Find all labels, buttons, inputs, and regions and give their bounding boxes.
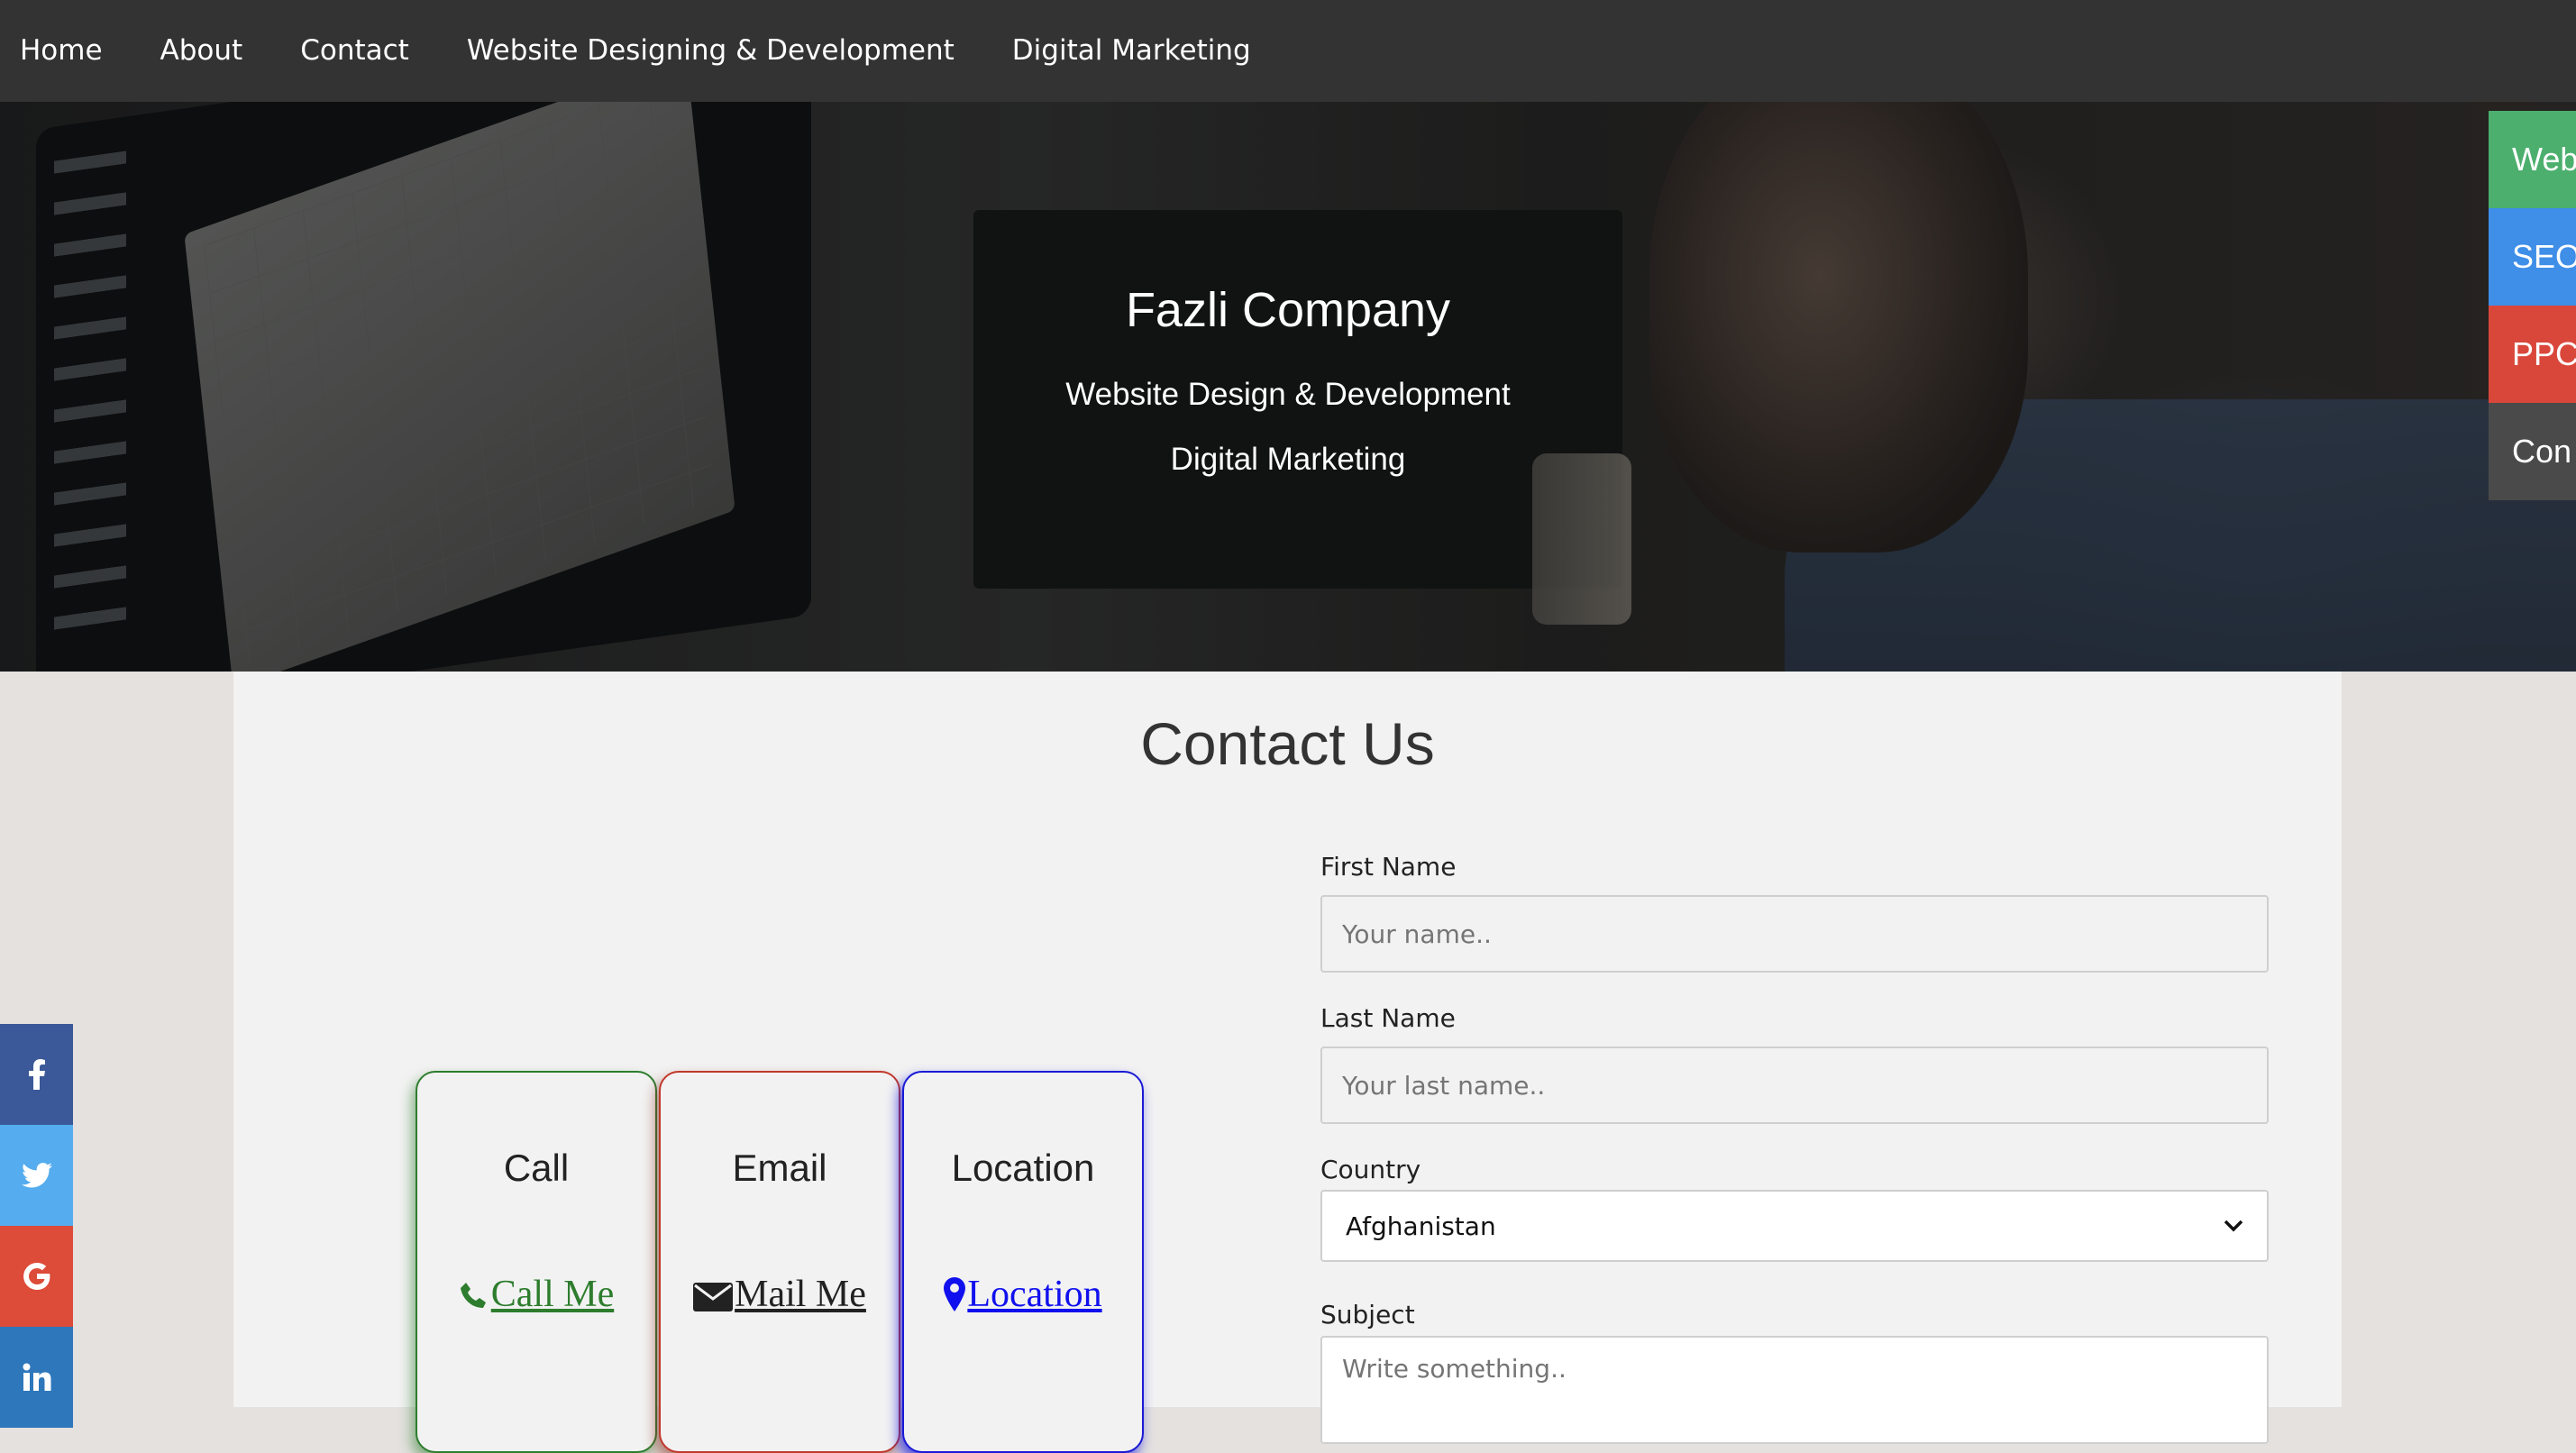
hero-subtitle-web-design: Website Design & Development bbox=[1065, 377, 1511, 412]
country-label: Country bbox=[1320, 1155, 1421, 1184]
right-tab-seo[interactable]: SEO bbox=[2489, 208, 2576, 306]
right-floating-tabs: Web SEO PPC Con bbox=[2489, 111, 2576, 500]
first-name-input[interactable] bbox=[1320, 895, 2269, 973]
nav-web-design-link[interactable]: Website Designing & Development bbox=[447, 0, 983, 102]
call-me-label: Call Me bbox=[490, 1274, 615, 1315]
location-card: Location Location bbox=[902, 1071, 1144, 1453]
nav-about-link[interactable]: About bbox=[141, 0, 272, 102]
google-button[interactable] bbox=[0, 1226, 73, 1327]
email-card-title: Email bbox=[732, 1147, 827, 1189]
country-select-value: Afghanistan bbox=[1346, 1211, 1496, 1241]
country-select[interactable]: Afghanistan bbox=[1320, 1190, 2269, 1262]
page-title: Contact Us bbox=[1140, 710, 1435, 777]
location-card-title: Location bbox=[951, 1147, 1095, 1189]
call-card-title: Call bbox=[503, 1147, 570, 1189]
first-name-label: First Name bbox=[1320, 852, 1457, 882]
top-navbar: Home About Contact Website Designing & D… bbox=[0, 0, 2576, 102]
linkedin-button[interactable] bbox=[0, 1327, 73, 1428]
hero-title: Fazli Company bbox=[1125, 283, 1451, 337]
mail-me-label: Mail Me bbox=[735, 1274, 866, 1315]
location-label: Location bbox=[967, 1274, 1102, 1315]
hero-subtitle-digital-marketing: Digital Marketing bbox=[1170, 442, 1406, 477]
nav-home-link[interactable]: Home bbox=[0, 0, 132, 102]
hero-banner: Fazli Company Website Design & Developme… bbox=[0, 102, 2576, 672]
call-card: Call Call Me bbox=[416, 1071, 657, 1453]
last-name-label: Last Name bbox=[1320, 1003, 1456, 1033]
call-me-link[interactable]: Call Me bbox=[417, 1273, 655, 1316]
phone-icon bbox=[460, 1283, 486, 1308]
map-pin-icon bbox=[944, 1277, 966, 1311]
right-tab-contact[interactable]: Con bbox=[2489, 403, 2576, 500]
chevron-down-icon bbox=[2224, 1220, 2243, 1232]
last-name-input[interactable] bbox=[1320, 1046, 2269, 1124]
subject-label: Subject bbox=[1320, 1300, 1415, 1330]
right-tab-ppc[interactable]: PPC bbox=[2489, 306, 2576, 403]
social-sidebar bbox=[0, 1024, 73, 1428]
location-link[interactable]: Location bbox=[904, 1273, 1142, 1316]
linkedin-icon bbox=[23, 1363, 50, 1391]
envelope-icon bbox=[693, 1283, 734, 1311]
google-icon bbox=[23, 1263, 50, 1290]
right-tab-web[interactable]: Web bbox=[2489, 111, 2576, 208]
nav-digital-marketing-link[interactable]: Digital Marketing bbox=[992, 0, 1280, 102]
facebook-button[interactable] bbox=[0, 1024, 73, 1125]
nav-contact-link[interactable]: Contact bbox=[280, 0, 438, 102]
facebook-icon bbox=[28, 1059, 45, 1090]
email-card: Email Mail Me bbox=[659, 1071, 900, 1453]
twitter-button[interactable] bbox=[0, 1125, 73, 1226]
mail-me-link[interactable]: Mail Me bbox=[661, 1273, 899, 1316]
twitter-icon bbox=[21, 1163, 52, 1188]
subject-textarea[interactable] bbox=[1320, 1336, 2269, 1444]
contact-section: Contact Us Call Call Me Email Mail Me Lo… bbox=[233, 672, 2342, 1453]
